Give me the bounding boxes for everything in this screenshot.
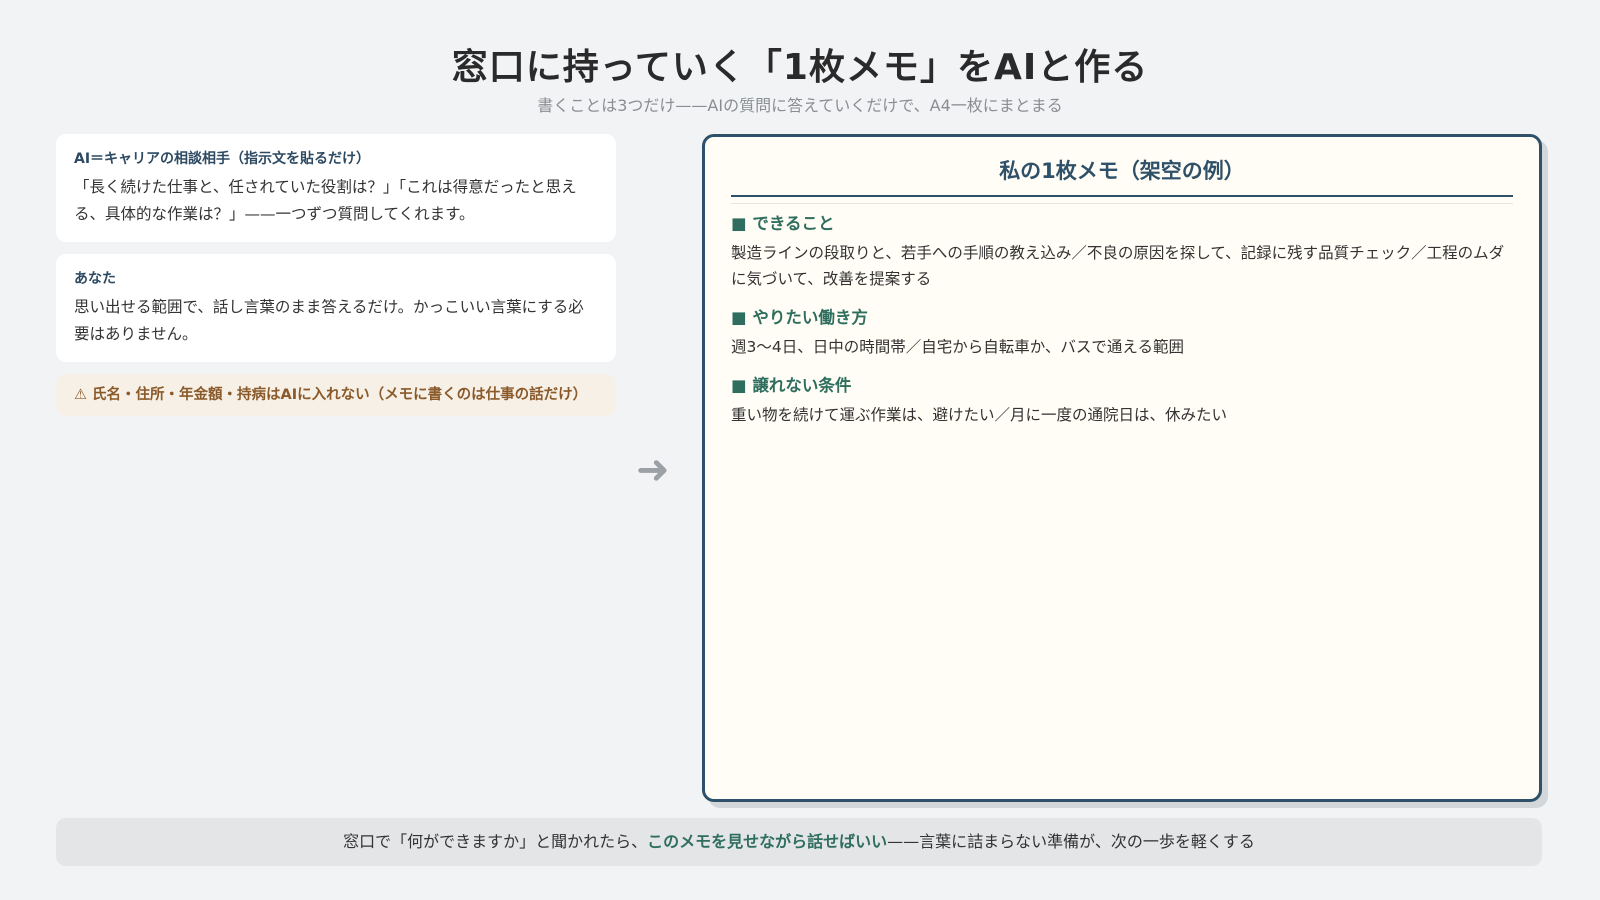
card-ai-body: 「長く続けた仕事と、任されていた役割は？」「これは得意だったと思える、具体的な作… (74, 178, 577, 223)
memo-section-heading-can-do: ■ できること (731, 214, 835, 233)
slide: 窓口に持っていく「1枚メモ」をAIと作る 書くことは3つだけ——AIの質問に答え… (0, 0, 1600, 900)
memo-card: 私の1枚メモ（架空の例） ■ できること 製造ラインの段取りと、若手への手順の教… (702, 134, 1542, 802)
left-column: AI＝キャリアの相談相手（指示文を貼るだけ） 「長く続けた仕事と、任されていた役… (56, 134, 616, 416)
card-you-label: あなた (74, 271, 116, 287)
card-ai-label: AI＝キャリアの相談相手（指示文を貼るだけ） (74, 151, 371, 167)
card-ai: AI＝キャリアの相談相手（指示文を貼るだけ） 「長く続けた仕事と、任されていた役… (56, 134, 616, 242)
memo-divider (731, 203, 1513, 204)
memo-section-heading-conditions: ■ 譲れない条件 (731, 376, 852, 395)
card-you-body: 思い出せる範囲で、話し言葉のまま答えるだけ。かっこいい言葉にする必要はありません… (74, 298, 584, 343)
footer-text-after: ——言葉に詰まらない準備が、次の一歩を軽くする (887, 832, 1255, 851)
page-subtitle: 書くことは3つだけ——AIの質問に答えていくだけで、A4一枚にまとまる (537, 96, 1063, 115)
privacy-warning: ⚠ 氏名・住所・年金額・持病はAIに入れない（メモに書くのは仕事の話だけ） (56, 374, 616, 416)
memo-title: 私の1枚メモ（架空の例） (731, 155, 1513, 197)
memo-section-body-work-style: 週3〜4日、日中の時間帯／自宅から自転車か、バスで通える範囲 (731, 338, 1184, 356)
card-you: あなた 思い出せる範囲で、話し言葉のまま答えるだけ。かっこいい言葉にする必要はあ… (56, 254, 616, 362)
memo-section-body-can-do: 製造ラインの段取りと、若手への手順の教え込み／不良の原因を探して、記録に残す品質… (731, 244, 1505, 288)
footer-highlight: このメモを見せながら話せばいい (647, 832, 888, 851)
footer-text-before: 窓口で「何ができますか」と聞かれたら、 (343, 832, 648, 851)
memo-section-body-conditions: 重い物を続けて運ぶ作業は、避けたい／月に一度の通院日は、休みたい (731, 406, 1228, 424)
arrow-right-icon: ➜ (636, 447, 670, 493)
memo-section-heading-work-style: ■ やりたい働き方 (731, 308, 868, 327)
page-title: 窓口に持っていく「1枚メモ」をAIと作る (451, 47, 1149, 88)
footer-banner: 窓口で「何ができますか」と聞かれたら、このメモを見せながら話せばいい——言葉に詰… (56, 818, 1542, 866)
